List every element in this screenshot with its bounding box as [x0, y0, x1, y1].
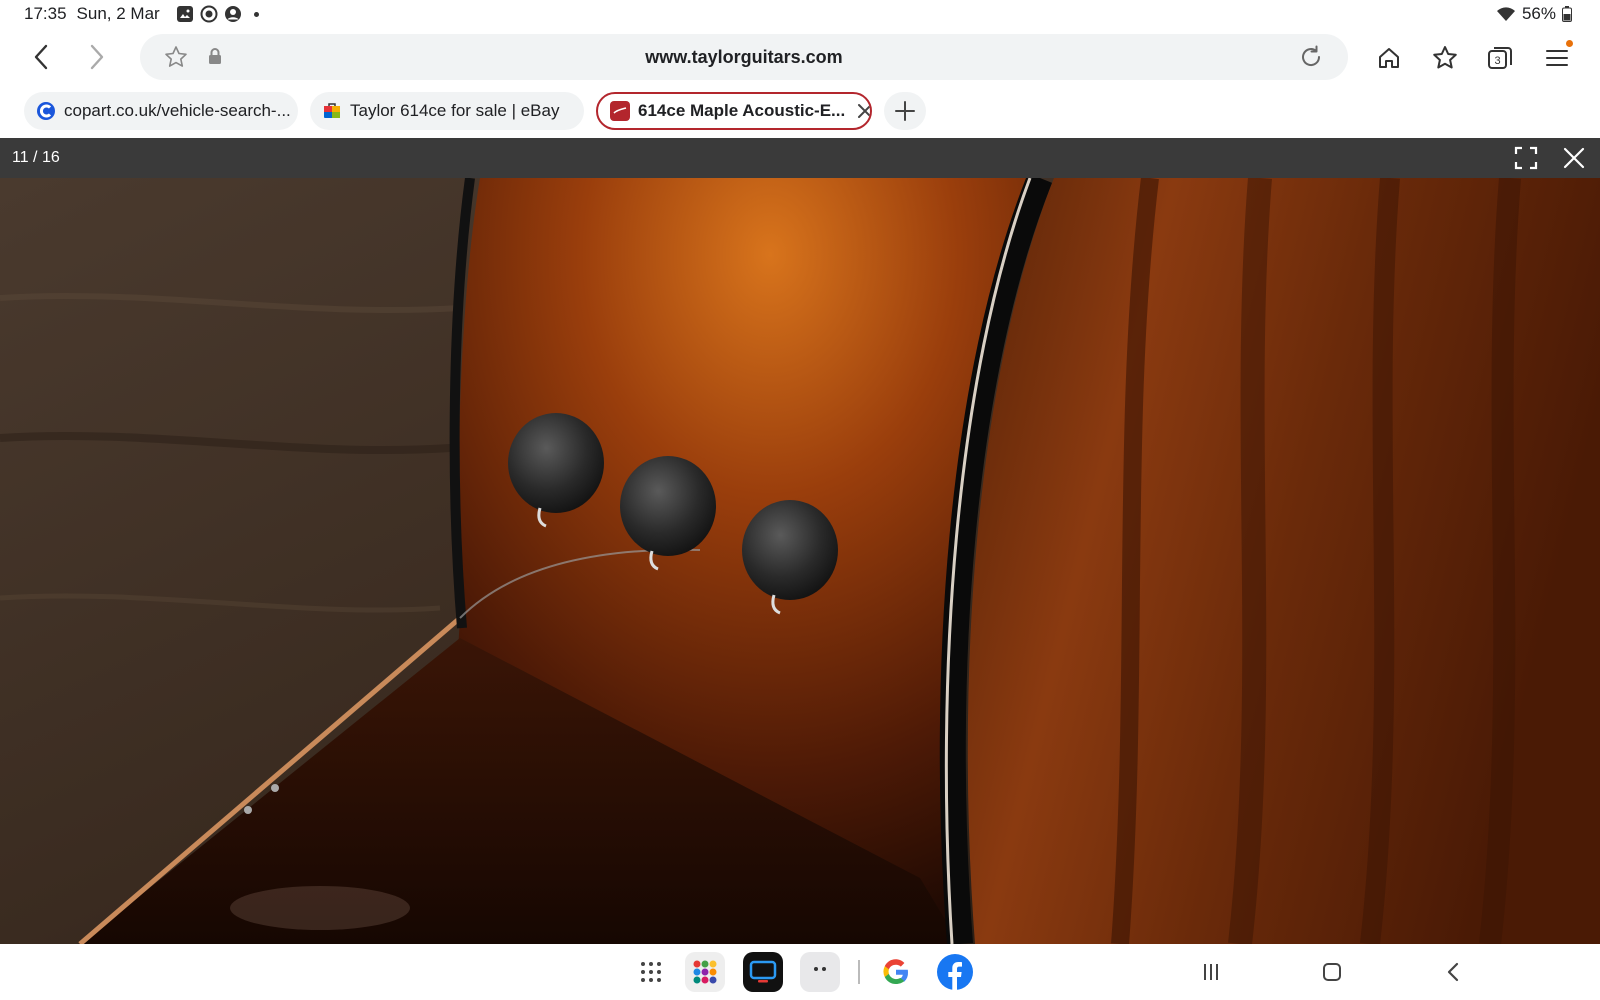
- home-nav-icon: [1323, 963, 1341, 981]
- hamburger-menu-icon: [1546, 50, 1568, 66]
- taskbar: [0, 944, 1600, 1000]
- app-drawer-button[interactable]: [631, 952, 671, 992]
- dock-divider: [858, 960, 860, 984]
- image-viewer-toolbar: 11 / 16: [0, 138, 1600, 178]
- guitar-photo-illustration: [0, 178, 1600, 944]
- chat-app-icon: [814, 967, 826, 971]
- reload-icon[interactable]: [1298, 44, 1324, 70]
- wifi-icon: [1496, 7, 1515, 21]
- record-notification-icon: [200, 5, 218, 23]
- battery-icon: [1562, 6, 1572, 22]
- home-nav-button[interactable]: [1316, 956, 1348, 988]
- fullscreen-icon: [1514, 146, 1538, 170]
- app-folder-icon: [693, 960, 717, 984]
- facebook-icon: [937, 954, 973, 990]
- home-icon: [1379, 48, 1399, 68]
- tabs-button[interactable]: 3: [1484, 42, 1516, 74]
- menu-button[interactable]: [1541, 40, 1573, 74]
- tv-app-button[interactable]: [743, 952, 783, 992]
- bookmarks-button[interactable]: [1429, 42, 1461, 74]
- taylor-favicon: [610, 101, 630, 121]
- tab-taylor-614ce[interactable]: 614ce Maple Acoustic-E...: [596, 92, 872, 130]
- tab-count: 3: [1494, 55, 1500, 67]
- tabs-counter-icon: 3: [1488, 47, 1512, 69]
- image-counter: 11 / 16: [12, 149, 60, 166]
- back-button[interactable]: [24, 40, 58, 74]
- tab-ebay[interactable]: Taylor 614ce for sale | eBay: [310, 92, 584, 130]
- browser-toolbar: www.taylorguitars.com 3: [0, 28, 1600, 86]
- tv-app-icon: [749, 960, 777, 983]
- status-date: Sun, 2 Mar: [76, 4, 160, 23]
- close-viewer-button[interactable]: [1562, 146, 1586, 175]
- battery-percent: 56%: [1521, 4, 1556, 23]
- menu-notification-dot: [1566, 40, 1573, 47]
- guitar-photo[interactable]: [0, 178, 1600, 944]
- recent-apps-button[interactable]: [1195, 956, 1227, 988]
- plus-icon: [895, 101, 915, 121]
- address-bar[interactable]: www.taylorguitars.com: [140, 34, 1348, 80]
- tab-label: copart.co.uk/vehicle-search-...: [64, 101, 291, 120]
- more-notifications-dot: [253, 11, 259, 17]
- forward-button[interactable]: [80, 40, 114, 74]
- chat-app-button[interactable]: [800, 952, 840, 992]
- fullscreen-button[interactable]: [1514, 146, 1538, 175]
- close-icon: [1563, 147, 1585, 169]
- facebook-app-button[interactable]: [935, 952, 975, 992]
- chevron-right-icon: [90, 44, 104, 70]
- status-bar: 17:35 Sun, 2 Mar 56%: [0, 0, 1600, 28]
- recent-apps-icon: [1204, 964, 1218, 980]
- app-drawer-icon: [641, 962, 661, 982]
- back-nav-button[interactable]: [1437, 956, 1469, 988]
- tab-strip: copart.co.uk/vehicle-search-... Taylor 6…: [0, 86, 1600, 138]
- url-text[interactable]: www.taylorguitars.com: [140, 47, 1348, 68]
- status-time: 17:35: [24, 4, 67, 23]
- gallery-notification-icon: [176, 6, 193, 22]
- tab-label: 614ce Maple Acoustic-E...: [638, 101, 846, 120]
- home-button[interactable]: [1373, 42, 1405, 74]
- chevron-left-icon: [34, 44, 48, 70]
- google-app-button[interactable]: [876, 952, 916, 992]
- bookmarks-star-icon: [1433, 46, 1457, 69]
- tab-copart[interactable]: copart.co.uk/vehicle-search-...: [24, 92, 298, 130]
- copart-favicon: [36, 101, 56, 121]
- tab-label: Taylor 614ce for sale | eBay: [350, 101, 560, 120]
- google-icon: [883, 959, 909, 985]
- back-nav-icon: [1447, 962, 1459, 982]
- ebay-favicon: [322, 101, 342, 121]
- app-folder-button[interactable]: [685, 952, 725, 992]
- account-notification-icon: [224, 6, 241, 22]
- new-tab-button[interactable]: [884, 92, 926, 130]
- close-tab-button[interactable]: [857, 103, 870, 119]
- close-icon: [858, 104, 870, 118]
